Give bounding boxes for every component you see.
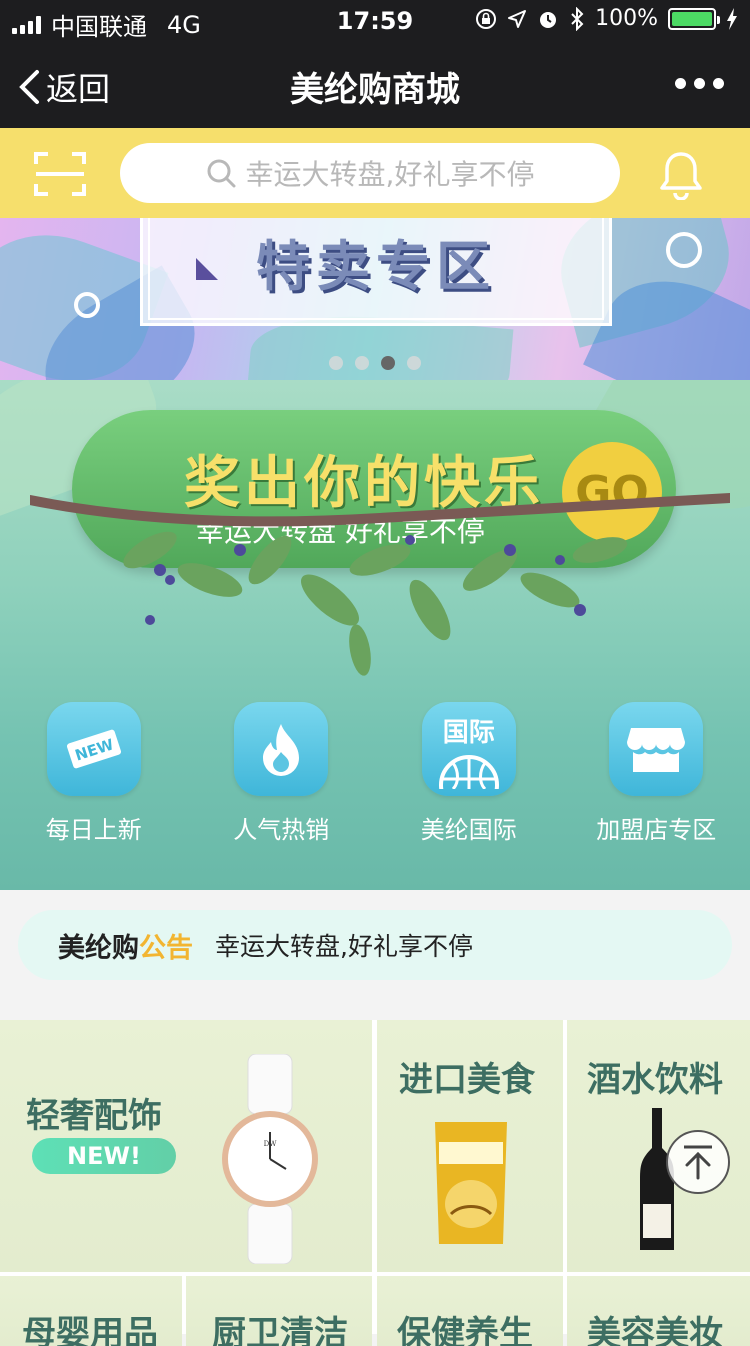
new-badge: NEW!: [32, 1138, 176, 1174]
more-menu-button[interactable]: [675, 78, 724, 89]
category-label: 轻奢配饰: [26, 1088, 162, 1137]
carousel-dot[interactable]: [329, 356, 343, 370]
shortcut-label: 美纶国际: [421, 810, 517, 845]
svg-text:DW: DW: [264, 1140, 278, 1148]
shortcut-daily-new[interactable]: NEW 每日上新: [0, 702, 188, 845]
snack-bag-image: [431, 1118, 511, 1248]
category-label: 厨卫清洁: [212, 1306, 348, 1346]
shortcut-label: 每日上新: [46, 810, 142, 845]
shortcut-label: 人气热销: [233, 810, 329, 845]
promo-banner[interactable]: 特卖专区: [0, 218, 750, 380]
category-label: 酒水饮料: [587, 1052, 723, 1101]
new-tag-icon: NEW: [47, 702, 141, 796]
search-placeholder: 幸运大转盘,好礼享不停: [246, 153, 535, 193]
shortcut-franchise[interactable]: 加盟店专区: [563, 702, 750, 845]
search-input[interactable]: 幸运大转盘,好礼享不停: [120, 143, 620, 203]
store-icon: [609, 702, 703, 796]
notice-tag: 公告: [139, 926, 193, 965]
leaf-wreath-decoration: [90, 520, 650, 680]
category-imported-food[interactable]: 进口美食: [377, 1020, 563, 1272]
bluetooth-icon: [569, 7, 585, 31]
category-label: 保健养生: [397, 1306, 533, 1346]
category-health[interactable]: 保健养生: [377, 1276, 563, 1346]
category-grid: 轻奢配饰 NEW! DW 进口美食 酒水饮料 母婴用品 厨卫清洁: [0, 1020, 750, 1334]
lock-rotation-icon: [475, 8, 497, 30]
shortcut-grid: NEW 每日上新 人气热销 国际 美纶国际 加盟店专区: [0, 702, 750, 845]
wine-bottle-image: [637, 1108, 677, 1254]
search-icon: [206, 158, 236, 188]
status-right: 100%: [475, 6, 738, 31]
banner-title: 特卖专区: [140, 222, 612, 301]
category-label: 美容美妆: [587, 1306, 723, 1346]
category-beauty[interactable]: 美容美妆: [567, 1276, 750, 1346]
watch-image: DW: [218, 1054, 322, 1264]
scan-icon[interactable]: [34, 150, 86, 198]
carousel-dots[interactable]: [0, 356, 750, 370]
category-label: 进口美食: [399, 1052, 535, 1101]
battery-percent: 100%: [595, 6, 658, 31]
alarm-icon: [537, 8, 559, 30]
battery-icon: [668, 8, 716, 30]
shortcut-international[interactable]: 国际 美纶国际: [375, 702, 563, 845]
ring-decoration: [666, 232, 702, 268]
carousel-dot[interactable]: [407, 356, 421, 370]
notice-text: 幸运大转盘,好礼享不停: [215, 927, 473, 963]
category-cleaning[interactable]: 厨卫清洁: [186, 1276, 372, 1346]
notice-brand: 美纶购: [58, 926, 139, 965]
carousel-dot-active[interactable]: [381, 356, 395, 370]
status-bar: 中国联通 4G 17:59 100%: [0, 0, 750, 40]
nav-bar: 返回 美纶购商城: [0, 40, 750, 128]
shortcut-label: 加盟店专区: [596, 810, 716, 845]
page-title: 美纶购商城: [0, 62, 750, 111]
announcement-bar[interactable]: 美纶购 公告 幸运大转盘,好礼享不停: [18, 910, 732, 980]
flame-icon: [234, 702, 328, 796]
shortcut-hot-sale[interactable]: 人气热销: [188, 702, 376, 845]
category-luxury-accessories[interactable]: 轻奢配饰 NEW! DW: [0, 1020, 372, 1272]
back-to-top-button[interactable]: [666, 1130, 730, 1194]
arrow-up-icon: [681, 1144, 715, 1180]
category-label: 母婴用品: [22, 1306, 158, 1346]
location-icon: [507, 9, 527, 29]
search-header: 幸运大转盘,好礼享不停: [0, 128, 750, 218]
category-baby[interactable]: 母婴用品: [0, 1276, 182, 1346]
charging-icon: [726, 8, 738, 30]
lucky-wheel-promo: 奖出你的快乐 幸运大转盘 好礼享不停 GO NEW: [0, 380, 750, 890]
globe-icon: 国际: [422, 702, 516, 796]
bell-icon[interactable]: [658, 150, 704, 200]
carousel-dot[interactable]: [355, 356, 369, 370]
ring-decoration: [74, 292, 100, 318]
